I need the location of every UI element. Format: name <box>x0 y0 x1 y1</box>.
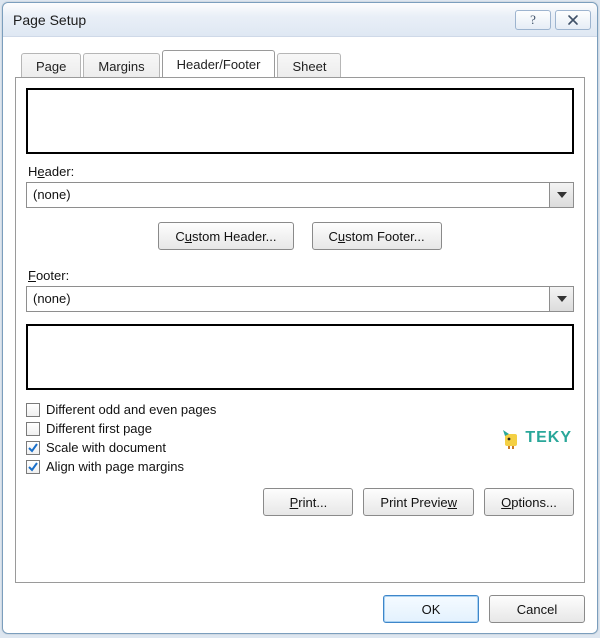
tab-margins[interactable]: Margins <box>83 53 159 78</box>
header-footer-panel: Header: (none) Custom Header... Custom F… <box>15 77 585 583</box>
cancel-button[interactable]: Cancel <box>489 595 585 623</box>
check-label: Align with page margins <box>46 459 184 474</box>
footer-combo-value: (none) <box>27 287 549 311</box>
tab-sheet[interactable]: Sheet <box>277 53 341 78</box>
page-setup-dialog: Page Setup ? Page Margins Header/Footer … <box>2 2 598 634</box>
chevron-down-icon <box>557 192 567 198</box>
check-label: Different first page <box>46 421 152 436</box>
tab-page[interactable]: Page <box>21 53 81 78</box>
panel-action-row: Print... Print Preview Options... <box>26 488 574 516</box>
bird-icon <box>499 426 523 450</box>
footer-combo-button[interactable] <box>549 287 573 311</box>
help-button[interactable]: ? <box>515 10 551 30</box>
close-icon <box>567 14 579 26</box>
titlebar[interactable]: Page Setup ? <box>3 3 597 37</box>
header-combo-value: (none) <box>27 183 549 207</box>
help-icon: ? <box>527 13 539 27</box>
svg-text:?: ? <box>530 13 536 27</box>
checkbox[interactable] <box>26 422 40 436</box>
watermark-logo: TEKY <box>499 426 572 450</box>
custom-footer-button[interactable]: Custom Footer... <box>312 222 442 250</box>
check-label: Different odd and even pages <box>46 402 216 417</box>
tab-header-footer[interactable]: Header/Footer <box>162 50 276 77</box>
logo-text: TEKY <box>525 429 572 447</box>
window-title: Page Setup <box>13 12 511 28</box>
custom-buttons-row: Custom Header... Custom Footer... <box>26 222 574 250</box>
options-checks: Different odd and even pages Different f… <box>26 398 574 478</box>
check-scale-with-document[interactable]: Scale with document <box>26 440 574 455</box>
footer-label: Footer: <box>28 268 574 283</box>
dialog-client: Page Margins Header/Footer Sheet Header:… <box>3 37 597 633</box>
check-align-with-page-margins[interactable]: Align with page margins <box>26 459 574 474</box>
check-different-odd-even[interactable]: Different odd and even pages <box>26 402 574 417</box>
chevron-down-icon <box>557 296 567 302</box>
print-button[interactable]: Print... <box>263 488 353 516</box>
check-different-first-page[interactable]: Different first page <box>26 421 574 436</box>
options-button[interactable]: Options... <box>484 488 574 516</box>
dialog-button-row: OK Cancel <box>15 583 585 623</box>
header-preview <box>26 88 574 154</box>
print-preview-button[interactable]: Print Preview <box>363 488 474 516</box>
header-combo-button[interactable] <box>549 183 573 207</box>
checkbox[interactable] <box>26 441 40 455</box>
footer-preview <box>26 324 574 390</box>
tab-strip: Page Margins Header/Footer Sheet <box>15 49 585 77</box>
footer-combo[interactable]: (none) <box>26 286 574 312</box>
checkbox[interactable] <box>26 460 40 474</box>
custom-header-button[interactable]: Custom Header... <box>158 222 293 250</box>
check-label: Scale with document <box>46 440 166 455</box>
header-label: Header: <box>28 164 574 179</box>
ok-button[interactable]: OK <box>383 595 479 623</box>
header-combo[interactable]: (none) <box>26 182 574 208</box>
checkbox[interactable] <box>26 403 40 417</box>
close-button[interactable] <box>555 10 591 30</box>
